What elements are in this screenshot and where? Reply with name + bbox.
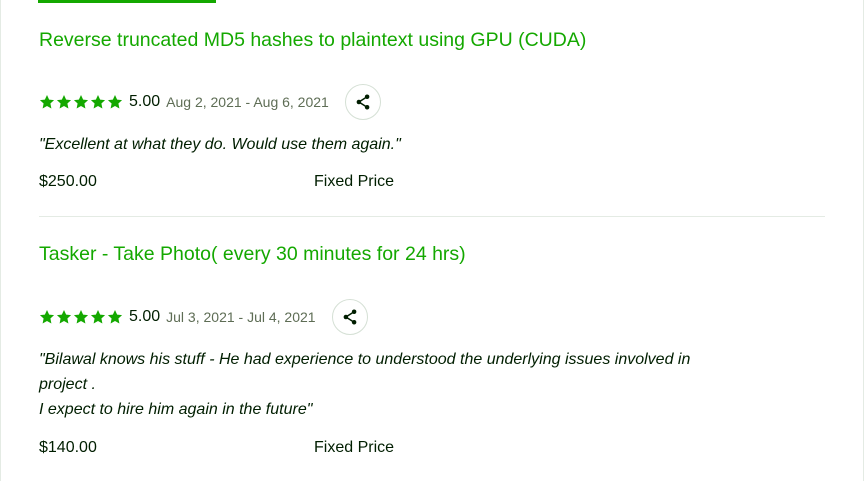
feedback-line: "Excellent at what they do. Would use th… [39,136,401,153]
job-price: $250.00 [39,172,97,190]
rating-score: 5.00 [129,93,161,110]
star-icon [107,95,123,109]
share-icon [356,94,370,110]
work-history-panel: Reverse truncated MD5 hashes to plaintex… [0,0,864,481]
star-icon [90,95,106,109]
star-rating [39,309,123,325]
rating-row: 5.00 Aug 2, 2021 - Aug 6, 2021 [39,83,825,121]
price-row: $140.00 Fixed Price [39,435,825,460]
star-icon [73,310,89,324]
client-feedback: "Bilawal knows his stuff - He had experi… [39,347,819,422]
star-icon [56,95,72,109]
job-entry: Tasker - Take Photo( every 30 minutes fo… [39,241,825,460]
price-type: Fixed Price [314,438,395,456]
price-row: $250.00 Fixed Price [39,169,825,194]
star-rating [39,94,123,110]
star-icon [107,310,123,324]
star-icon [73,95,89,109]
active-tab-indicator [38,0,216,3]
job-title-link[interactable]: Tasker - Take Photo( every 30 minutes fo… [39,241,825,267]
job-title-link[interactable]: Reverse truncated MD5 hashes to plaintex… [39,27,825,53]
rating-row: 5.00 Jul 3, 2021 - Jul 4, 2021 [39,298,825,336]
job-entry: Reverse truncated MD5 hashes to plaintex… [39,27,825,194]
star-icon [56,310,72,324]
star-icon [39,95,55,109]
feedback-line: project . [39,376,96,393]
divider [39,216,825,217]
feedback-line: I expect to hire him again in the future… [39,401,313,418]
share-button[interactable] [344,84,381,120]
feedback-line: "Bilawal knows his stuff - He had experi… [39,351,691,368]
share-icon [343,309,356,325]
contract-dates: Jul 3, 2021 - Jul 4, 2021 [166,309,316,325]
share-button[interactable] [331,299,368,335]
star-icon [90,310,106,324]
rating-score: 5.00 [129,308,161,325]
price-type: Fixed Price [314,172,395,190]
star-icon [39,310,55,324]
contract-dates: Aug 2, 2021 - Aug 6, 2021 [166,94,329,110]
client-feedback: "Excellent at what they do. Would use th… [39,132,819,157]
job-price: $140.00 [39,438,97,456]
